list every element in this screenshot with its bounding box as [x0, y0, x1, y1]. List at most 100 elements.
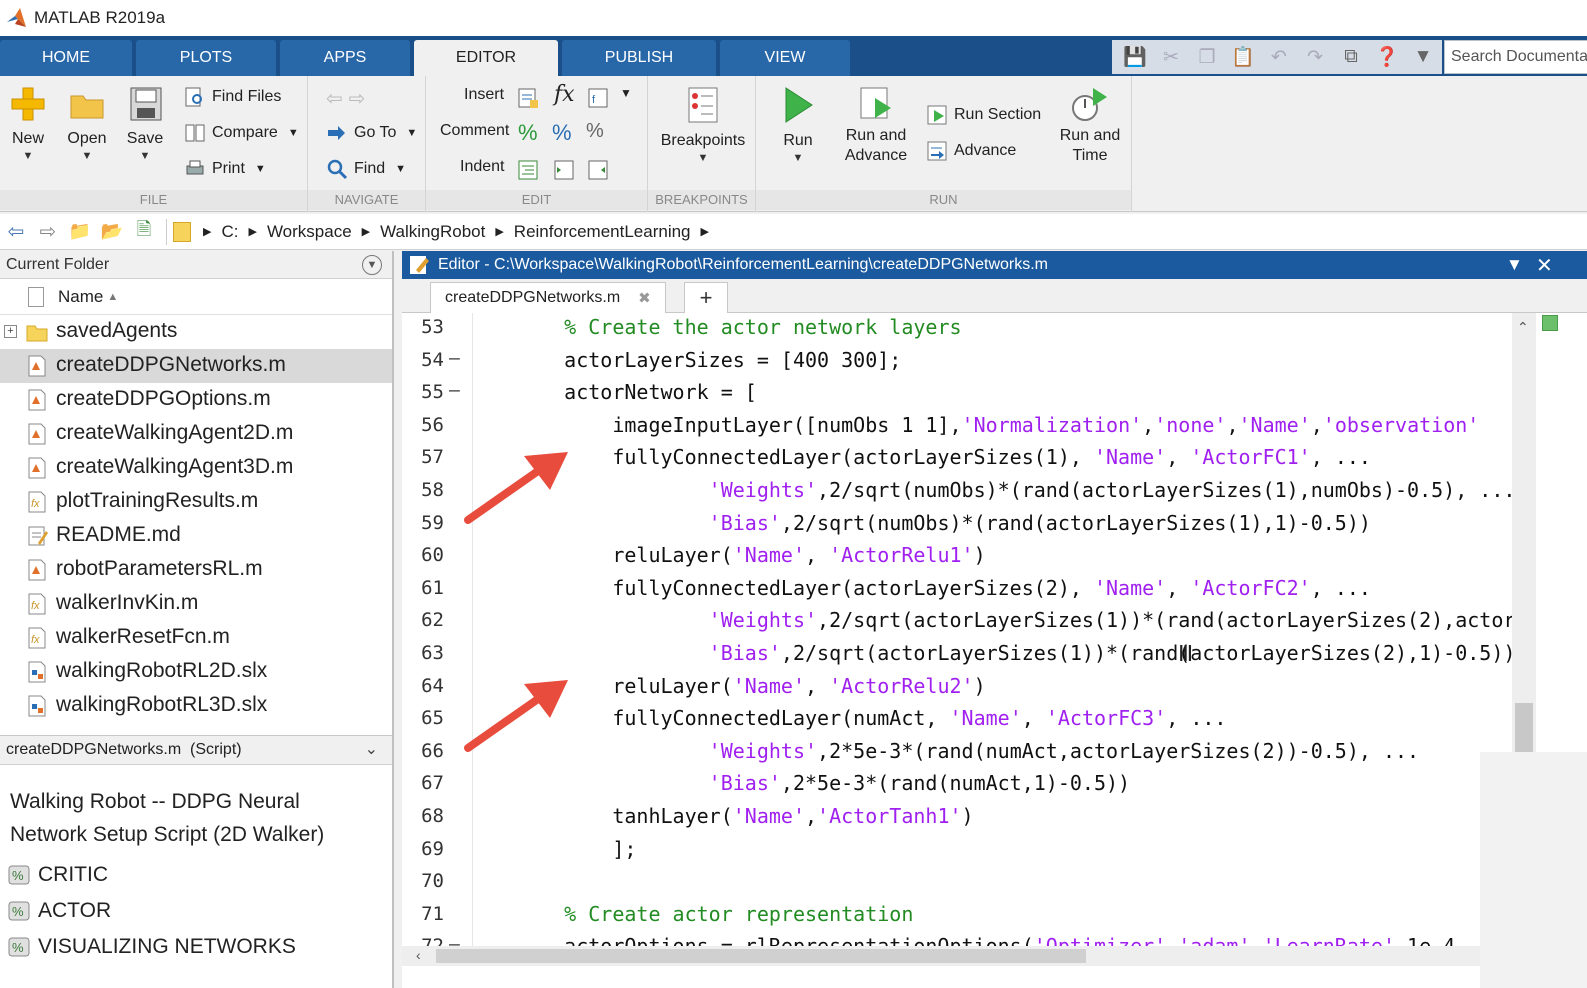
code-line[interactable]: 60 reluLayer('Name', 'ActorRelu1')	[402, 541, 1512, 574]
line-number[interactable]: 63	[410, 642, 444, 664]
panel-menu-icon[interactable]: ▼	[362, 255, 382, 275]
paste-icon[interactable]: 📋	[1230, 45, 1256, 69]
tab-editor[interactable]: EDITOR	[414, 40, 558, 76]
run-and-advance-button[interactable]: Run and Advance	[840, 84, 912, 166]
scroll-thumb[interactable]	[436, 949, 1086, 963]
browse-folder-icon[interactable]: 📂	[96, 221, 128, 242]
increase-indent-icon[interactable]	[552, 158, 576, 182]
code-line[interactable]: 61 fullyConnectedLayer(actorLayerSizes(2…	[402, 574, 1512, 607]
print-button[interactable]: Print ▼	[184, 158, 266, 180]
open-button[interactable]: Open ▼	[64, 84, 110, 162]
line-number[interactable]: 64	[410, 675, 444, 697]
close-tab-icon[interactable]: ✖	[638, 289, 651, 307]
code-line[interactable]: 56 imageInputLayer([numObs 1 1],'Normali…	[402, 411, 1512, 444]
line-number[interactable]: 67	[410, 772, 444, 794]
run-and-time-button[interactable]: Run and Time	[1054, 84, 1126, 166]
code-area[interactable]: 53 % Create the actor network layers 54— …	[402, 313, 1512, 946]
find-files-button[interactable]: Find Files	[184, 86, 281, 108]
file-row[interactable]: robotParametersRL.m	[0, 553, 392, 587]
decrease-indent-icon[interactable]	[586, 158, 610, 182]
cut-icon[interactable]: ✂	[1158, 46, 1184, 69]
tab-home[interactable]: HOME	[0, 40, 132, 76]
code-line[interactable]: 53 % Create the actor network layers	[402, 313, 1512, 346]
indent-button[interactable]: Indent	[460, 158, 504, 176]
chevron-down-icon[interactable]: ⌄	[365, 739, 378, 759]
line-number[interactable]: 57	[410, 446, 444, 468]
code-line[interactable]: 71 % Create actor representation	[402, 900, 1512, 933]
line-number[interactable]: 60	[410, 544, 444, 566]
tab-view[interactable]: VIEW	[720, 40, 850, 76]
breadcrumb-reinforcementlearning[interactable]: ReinforcementLearning	[514, 222, 691, 242]
close-icon[interactable]: ✕	[1536, 253, 1553, 278]
toolbar-menu-icon[interactable]: ▼	[1410, 46, 1436, 68]
scroll-left-icon[interactable]: ‹	[416, 947, 421, 963]
tab-plots[interactable]: PLOTS	[136, 40, 276, 76]
insert-button[interactable]: Insert	[464, 86, 504, 104]
compare-button[interactable]: Compare ▼	[184, 122, 299, 144]
line-number[interactable]: 68	[410, 805, 444, 827]
editor-menu-icon[interactable]: ▼	[1506, 255, 1523, 275]
comment-percent-icon[interactable]: %	[518, 120, 542, 145]
uncomment-percent-icon[interactable]: %	[552, 120, 576, 145]
file-row[interactable]: walkingRobotRL3D.slx	[0, 689, 392, 723]
line-number[interactable]: 62	[410, 609, 444, 631]
undo-icon[interactable]: ↶	[1266, 46, 1292, 69]
go-to-button[interactable]: Go To ▼	[326, 122, 417, 144]
chevron-down-icon[interactable]: ▼	[620, 86, 644, 110]
insert-function-icon[interactable]: fx	[554, 82, 578, 107]
line-number[interactable]: 70	[410, 870, 444, 892]
wrap-comments-icon[interactable]: %	[586, 120, 610, 144]
comment-button[interactable]: Comment	[440, 122, 509, 140]
forward-arrow-icon[interactable]: ⇨	[349, 86, 366, 111]
section-actor[interactable]: % ACTOR	[8, 899, 111, 923]
line-number[interactable]: 66	[410, 740, 444, 762]
forward-icon[interactable]: ⇨	[32, 219, 64, 244]
line-number[interactable]: 71	[410, 903, 444, 925]
code-line[interactable]: 70	[402, 867, 1512, 900]
code-analyzer-status-icon[interactable]	[1542, 315, 1558, 331]
file-row[interactable]: createWalkingAgent2D.m	[0, 417, 392, 451]
file-row[interactable]: createDDPGOptions.m	[0, 383, 392, 417]
save-button[interactable]: Save ▼	[122, 84, 168, 162]
code-line[interactable]: 68 tanhLayer('Name','ActorTanh1')	[402, 802, 1512, 835]
line-number[interactable]: 61	[410, 577, 444, 599]
line-number[interactable]: 56	[410, 414, 444, 436]
insert-section-icon[interactable]	[516, 86, 540, 110]
new-button[interactable]: New ▼	[6, 84, 50, 162]
code-line[interactable]: 54— actorLayerSizes = [400 300];	[402, 346, 1512, 379]
breakpoints-button[interactable]: Breakpoints ▼	[658, 84, 748, 164]
code-line[interactable]: 69 ];	[402, 835, 1512, 868]
file-row[interactable]: fx walkerInvKin.m	[0, 587, 392, 621]
file-row[interactable]: createWalkingAgent3D.m	[0, 451, 392, 485]
code-line[interactable]: 72 — actorOptions = rlRepresentationOptio…	[402, 932, 1512, 946]
folder-history-icon[interactable]: 🗎	[128, 217, 160, 247]
line-number[interactable]: 72	[410, 935, 444, 946]
smart-indent-icon[interactable]	[516, 158, 540, 182]
new-tab-button[interactable]: +	[684, 282, 728, 313]
name-column-header[interactable]: Name ▲	[0, 279, 392, 315]
file-row[interactable]: README.md	[0, 519, 392, 553]
breadcrumb-workspace[interactable]: Workspace	[267, 222, 352, 242]
switch-windows-icon[interactable]: ⧉	[1338, 46, 1364, 68]
back-arrow-icon[interactable]: ⇦	[326, 86, 343, 111]
line-number[interactable]: 54	[410, 349, 444, 371]
search-documentation-input[interactable]: Search Documentation	[1444, 40, 1587, 74]
horizontal-scrollbar[interactable]: ‹	[402, 946, 1512, 966]
chevron-right-icon[interactable]: ▶	[701, 225, 709, 238]
line-number[interactable]: 69	[410, 838, 444, 860]
file-row[interactable]: fx plotTrainingResults.m	[0, 485, 392, 519]
line-number[interactable]: 58	[410, 479, 444, 501]
copy-icon[interactable]: ❐	[1194, 46, 1220, 69]
file-row[interactable]: createDDPGNetworks.m	[0, 349, 392, 383]
line-number[interactable]: 65	[410, 707, 444, 729]
run-section-button[interactable]: Run Section	[926, 104, 1041, 126]
help-icon[interactable]: ❓	[1374, 45, 1400, 69]
line-number[interactable]: 55	[410, 381, 444, 403]
tab-apps[interactable]: APPS	[280, 40, 410, 76]
breakpoint-marker[interactable]: —	[449, 380, 460, 401]
up-folder-icon[interactable]: 📁	[64, 221, 96, 242]
save-icon[interactable]: 💾	[1122, 45, 1148, 69]
redo-icon[interactable]: ↷	[1302, 46, 1328, 69]
scroll-up-icon[interactable]: ⌃	[1517, 319, 1529, 336]
code-line[interactable]: 55— actorNetwork = [	[402, 378, 1512, 411]
